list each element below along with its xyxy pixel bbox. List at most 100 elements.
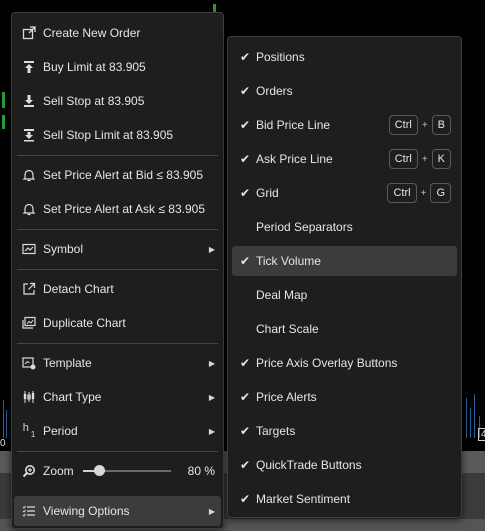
duplicate-chart-item[interactable]: Duplicate Chart: [14, 308, 221, 338]
period-item[interactable]: h1 Period ▶: [14, 416, 221, 446]
viewing-option-targets[interactable]: ✔ Targets: [232, 416, 457, 446]
viewing-option-label: Period Separators: [256, 220, 353, 234]
checkmark-icon: ✔: [239, 458, 251, 472]
checkmark-icon: ✔: [239, 492, 251, 506]
viewing-option-market-sentiment[interactable]: ✔ Market Sentiment: [232, 484, 457, 514]
keyboard-shortcut: Ctrl + G: [387, 183, 451, 203]
submenu-arrow-icon: ▶: [208, 358, 215, 368]
template-item[interactable]: Template ▶: [14, 348, 221, 378]
volume-bar: [6, 410, 7, 438]
keyboard-shortcut: Ctrl + B: [388, 115, 451, 135]
shortcut-modifier-key: Ctrl: [388, 115, 418, 135]
submenu-arrow-icon: ▶: [208, 426, 215, 436]
viewing-options-label: Viewing Options: [43, 504, 130, 518]
volume-bar: [470, 408, 471, 438]
sell-stop-item[interactable]: Sell Stop at 83.905: [14, 86, 221, 116]
shortcut-letter-key: G: [430, 183, 451, 203]
separator: [17, 229, 218, 230]
viewing-option-price-axis-overlay-buttons[interactable]: ✔ Price Axis Overlay Buttons: [232, 348, 457, 378]
viewing-option-label: Deal Map: [256, 288, 308, 302]
viewing-option-label: Grid: [256, 186, 279, 200]
viewing-option-tick-volume[interactable]: ✔ Tick Volume: [232, 246, 457, 276]
viewing-option-bid-price-line[interactable]: ✔ Bid Price Line Ctrl + B: [232, 110, 457, 140]
new-order-icon: [22, 26, 36, 40]
period-icon: h1: [22, 422, 36, 439]
checkmark-icon: ✔: [239, 356, 251, 370]
volume-bar: [466, 398, 467, 438]
viewing-option-label: Tick Volume: [256, 254, 321, 268]
detach-chart-label: Detach Chart: [43, 282, 114, 296]
checkmark-icon: ✔: [239, 390, 251, 404]
zoom-slider[interactable]: [83, 465, 171, 476]
template-label: Template: [43, 356, 92, 370]
viewing-option-label: Market Sentiment: [256, 492, 351, 506]
candle: [2, 115, 5, 129]
left-axis-label: 0: [0, 438, 6, 449]
duplicate-icon: [22, 316, 36, 330]
zoom-label: Zoom: [43, 464, 74, 478]
price-alert-bid-item[interactable]: Set Price Alert at Bid ≤ 83.905: [14, 160, 221, 190]
zoom-icon: [22, 464, 36, 478]
price-alert-bid-label: Set Price Alert at Bid ≤ 83.905: [43, 168, 204, 182]
sell-stop-limit-label: Sell Stop Limit at 83.905: [43, 128, 174, 142]
symbol-icon: [22, 242, 36, 256]
viewing-option-deal-map[interactable]: Deal Map: [232, 280, 457, 310]
viewing-option-label: Price Axis Overlay Buttons: [256, 356, 398, 370]
volume-bar: [3, 400, 4, 438]
checkmark-icon: ✔: [239, 254, 251, 268]
right-axis-label: 4: [478, 428, 485, 441]
viewing-option-chart-scale[interactable]: Chart Scale: [232, 314, 457, 344]
shortcut-letter-key: K: [431, 149, 451, 169]
viewing-option-label: Orders: [256, 84, 293, 98]
separator: [17, 269, 218, 270]
price-alert-ask-item[interactable]: Set Price Alert at Ask ≤ 83.905: [14, 194, 221, 224]
candle: [2, 92, 5, 108]
symbol-item[interactable]: Symbol ▶: [14, 234, 221, 264]
viewing-option-quicktrade-buttons[interactable]: ✔ QuickTrade Buttons: [232, 450, 457, 480]
keyboard-shortcut: Ctrl + K: [388, 149, 451, 169]
viewing-options-submenu: ✔ Positions ✔ Orders ✔ Bid Price Line Ctrl + B ✔ A…: [227, 36, 462, 518]
detach-chart-item[interactable]: Detach Chart: [14, 274, 221, 304]
separator: [17, 155, 218, 156]
create-new-order-label: Create New Order: [43, 26, 141, 40]
viewing-option-label: Bid Price Line: [256, 118, 331, 132]
submenu-arrow-icon: ▶: [208, 392, 215, 402]
detach-icon: [22, 282, 36, 296]
viewing-options-icon: [22, 504, 36, 518]
zoom-slider-handle[interactable]: [93, 465, 105, 476]
viewing-option-price-alerts[interactable]: ✔ Price Alerts: [232, 382, 457, 412]
viewing-option-label: Targets: [256, 424, 296, 438]
shortcut-modifier-key: Ctrl: [388, 149, 418, 169]
checkmark-icon: ✔: [239, 84, 251, 98]
sell-stop-limit-item[interactable]: Sell Stop Limit at 83.905: [14, 120, 221, 150]
viewing-option-positions[interactable]: ✔ Positions: [232, 42, 457, 72]
submenu-arrow-icon: ▶: [208, 244, 215, 254]
viewing-options-item[interactable]: Viewing Options ▶: [14, 496, 221, 526]
candles-icon: [22, 390, 36, 404]
shortcut-plus: +: [421, 119, 428, 131]
bell-icon: [22, 202, 36, 216]
sell-stop-limit-icon: [22, 128, 36, 142]
viewing-option-ask-price-line[interactable]: ✔ Ask Price Line Ctrl + K: [232, 144, 457, 174]
viewing-option-grid[interactable]: ✔ Grid Ctrl + G: [232, 178, 457, 208]
checkmark-icon: ✔: [239, 118, 251, 132]
create-new-order-item[interactable]: Create New Order: [14, 18, 221, 48]
sell-stop-label: Sell Stop at 83.905: [43, 94, 145, 108]
period-label: Period: [43, 424, 78, 438]
chart-context-menu: Create New Order Buy Limit at 83.905 Sel…: [11, 12, 224, 529]
buy-limit-icon: [22, 60, 36, 74]
buy-limit-item[interactable]: Buy Limit at 83.905: [14, 52, 221, 82]
viewing-option-orders[interactable]: ✔ Orders: [232, 76, 457, 106]
submenu-arrow-icon: ▶: [208, 506, 215, 516]
separator: [17, 451, 218, 452]
chart-type-item[interactable]: Chart Type ▶: [14, 382, 221, 412]
volume-bar: [474, 394, 475, 438]
period-icon-letter: h: [22, 422, 29, 434]
shortcut-plus: +: [420, 187, 427, 199]
checkmark-icon: ✔: [239, 50, 251, 64]
viewing-option-period-separators[interactable]: Period Separators: [232, 212, 457, 242]
viewing-option-label: Chart Scale: [256, 322, 319, 336]
viewing-option-label: QuickTrade Buttons: [256, 458, 362, 472]
sell-stop-icon: [22, 94, 36, 108]
checkmark-icon: ✔: [239, 152, 251, 166]
